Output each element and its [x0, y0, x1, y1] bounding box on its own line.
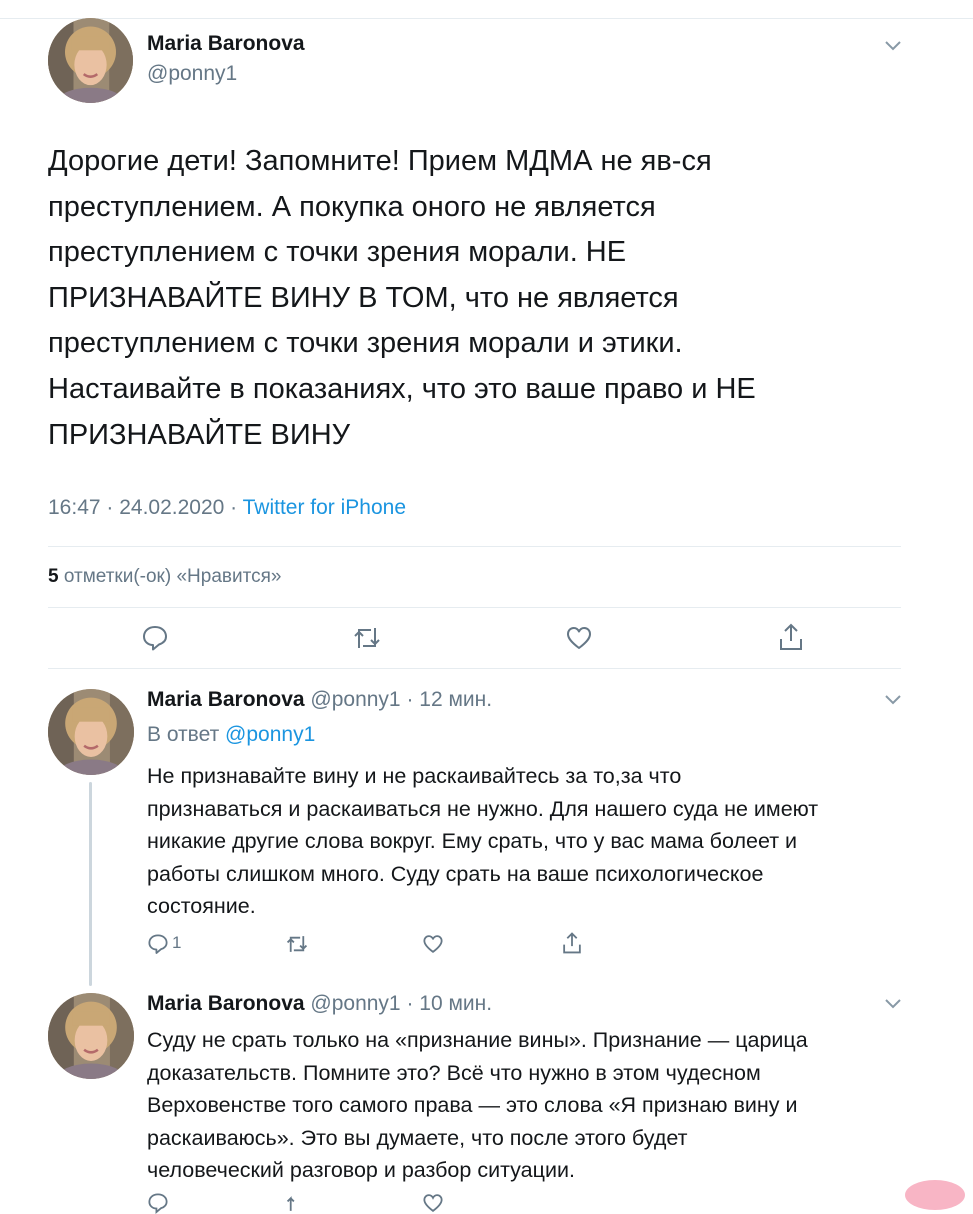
like-icon[interactable] [422, 933, 444, 955]
reply-text-line: Верховенстве того самого права — это сло… [147, 1093, 798, 1117]
divider [48, 668, 901, 669]
avatar-image [48, 18, 133, 103]
likes-count: 5 [48, 566, 59, 587]
like-icon[interactable] [422, 1192, 444, 1214]
pink-smudge [905, 1180, 965, 1210]
like-icon[interactable] [565, 624, 593, 652]
reply-text-line: Суду не срать только на «признание вины»… [147, 1028, 808, 1052]
tweet-timestamp[interactable]: 16:47 · 24.02.2020 · [48, 496, 243, 519]
chevron-down-icon[interactable] [884, 40, 902, 52]
reply-meta[interactable]: @ponny1 · 12 мин. [305, 688, 492, 711]
retweet-icon[interactable] [352, 624, 382, 652]
chevron-down-icon[interactable] [884, 694, 902, 706]
reply-header: Maria Baronova @ponny1 · 10 мин. [147, 992, 492, 1016]
reply-icon[interactable] [147, 1192, 169, 1214]
tweet-source[interactable]: Twitter for iPhone [243, 496, 406, 519]
reply-text: Не признавайте вину и не раскаивайтесь з… [147, 760, 818, 923]
avatar[interactable] [48, 993, 134, 1079]
in-reply-handle[interactable]: @ponny1 [225, 723, 315, 746]
reply-text-line: состояние. [147, 894, 256, 918]
share-icon[interactable] [777, 622, 805, 652]
tweet-text-line: ПРИЗНАВАЙТЕ ВИНУ [48, 418, 351, 451]
author-name[interactable]: Maria Baronova [147, 688, 305, 711]
tweet-text-line: Настаивайте в показаниях, что это ваше п… [48, 372, 756, 405]
reply-text-line: работы слишком много. Суду срать на ваше… [147, 861, 764, 886]
divider [48, 607, 901, 608]
thread-line [89, 782, 92, 986]
reply-icon[interactable] [141, 624, 169, 652]
tweet-text-line: преступлением. А покупка оного не являет… [48, 190, 656, 223]
share-icon[interactable] [561, 931, 583, 955]
reply-count: 1 [172, 933, 182, 952]
avatar-image [48, 993, 134, 1079]
likes-summary[interactable]: 5 отметки(-ок) «Нравится» [48, 566, 281, 588]
avatar[interactable] [48, 18, 133, 103]
reply-text-line: раскаиваюсь». Это вы думаете, что после … [147, 1125, 688, 1150]
author-name[interactable]: Maria Baronova [147, 992, 305, 1015]
reply-text-line: доказательств. Помните это? Всё что нужн… [147, 1060, 761, 1085]
tweet-text-line: ПРИЗНАВАЙТЕ ВИНУ В ТОМ, что не является [48, 281, 679, 314]
retweet-icon[interactable] [285, 933, 309, 955]
tweet-text-line: Дорогие дети! Запомните! Прием МДМА не я… [48, 145, 712, 177]
retweet-icon[interactable] [285, 1192, 309, 1214]
divider [48, 546, 901, 547]
tweet-text-line: преступлением с точки зрения морали и эт… [48, 327, 683, 360]
reply-icon[interactable] [147, 933, 169, 955]
likes-label: отметки(-ок) «Нравится» [58, 566, 282, 587]
reply-text-line: Не признавайте вину и не раскаивайтесь з… [147, 764, 682, 788]
avatar[interactable] [48, 689, 134, 775]
reply-text-line: никакие другие слова вокруг. Ему срать, … [147, 829, 798, 853]
avatar-image [48, 689, 134, 775]
reply-header: Maria Baronova @ponny1 · 12 мин. [147, 688, 492, 712]
chevron-down-icon[interactable] [884, 998, 902, 1010]
top-divider [0, 18, 973, 19]
tweet-text-line: преступлением с точки зрения морали. НЕ [48, 236, 627, 269]
reply-meta[interactable]: @ponny1 · 10 мин. [305, 992, 492, 1015]
reply-text-line: человеческий разговор и разбор ситуации. [147, 1158, 575, 1182]
in-reply-to: В ответ @ponny1 [147, 723, 315, 747]
in-reply-prefix: В ответ [147, 723, 226, 746]
tweet-timestamp-row: 16:47 · 24.02.2020 · Twitter for iPhone [48, 496, 406, 520]
author-handle[interactable]: @ponny1 [147, 62, 237, 86]
tweet-text: Дорогие дети! Запомните! Прием МДМА не я… [48, 139, 756, 458]
reply-text: Суду не срать только на «признание вины»… [147, 1024, 808, 1187]
reply-text-line: признаваться и раскаиваться не нужно. Дл… [147, 796, 819, 821]
author-name[interactable]: Maria Baronova [147, 32, 305, 56]
